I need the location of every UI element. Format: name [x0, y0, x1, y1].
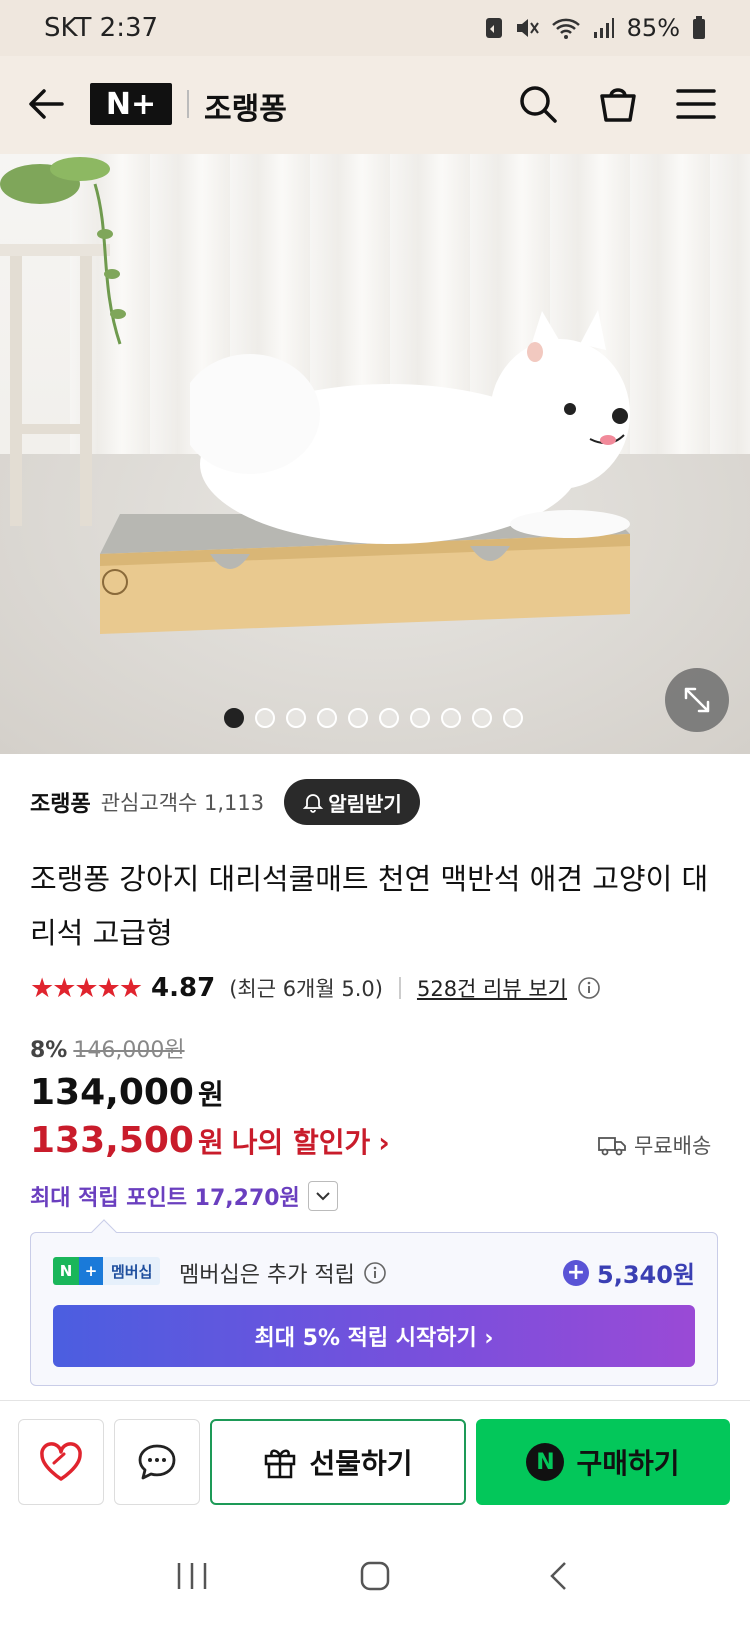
app-header: N+ 조랭퐁 [0, 56, 750, 154]
membership-badge: N + 멤버십 [53, 1257, 161, 1285]
search-icon[interactable] [518, 84, 558, 124]
notify-button[interactable]: 알림받기 [284, 779, 420, 825]
badge-n: N [53, 1257, 79, 1285]
rating-row: ★★★★★ 4.87 (최근 6개월 5.0) 528건 리뷰 보기 [30, 970, 601, 1006]
header-store-name[interactable]: 조랭퐁 [204, 84, 287, 128]
back-arrow-icon[interactable] [26, 84, 66, 124]
logo-text: N+ [105, 86, 157, 122]
product-image-gallery[interactable] [0, 154, 750, 754]
plant-image [0, 157, 126, 345]
product-title: 조랭퐁 강아지 대리석쿨매트 천연 맥반석 애견 고양이 대리석 고급형 [30, 862, 709, 950]
buy-button[interactable]: N 구매하기 [476, 1419, 730, 1505]
home-button[interactable] [345, 1546, 405, 1606]
bell-plus-icon [303, 794, 324, 813]
gallery-dot[interactable] [348, 708, 368, 728]
points-expand-button[interactable] [307, 1181, 338, 1211]
naver-plus-logo[interactable]: N+ [90, 83, 172, 125]
price-row: 134,000 원 [30, 1072, 224, 1113]
gallery-dot[interactable] [317, 708, 337, 728]
discount-rate: 8% [30, 1038, 68, 1063]
my-price-label: 나의 할인가 [231, 1126, 371, 1159]
my-price-unit: 원 [197, 1126, 224, 1159]
home-icon [360, 1561, 390, 1590]
chevron-down-icon [316, 1192, 330, 1201]
sync-icon [485, 18, 502, 38]
store-fans-count: 관심고객수 1,113 [100, 791, 265, 815]
gift-button[interactable]: 선물하기 [210, 1419, 466, 1505]
gift-icon [265, 1449, 296, 1479]
gallery-dot[interactable] [379, 708, 399, 728]
status-time: SKT 2:37 [44, 13, 159, 43]
chat-button[interactable] [114, 1419, 200, 1505]
mute-icon [516, 19, 539, 37]
discount-row: 8% 146,000원 [30, 1032, 185, 1064]
bottom-action-bar: 선물하기 N 구매하기 [0, 1400, 750, 1526]
shopping-bag-icon[interactable] [597, 82, 639, 124]
gallery-dot[interactable] [441, 708, 461, 728]
gallery-dot[interactable] [472, 708, 492, 728]
gallery-dot[interactable] [410, 708, 430, 728]
membership-points-value: 5,340원 [597, 1261, 695, 1289]
rating-stars: ★★★★★ [30, 972, 143, 1004]
my-discount-price-link[interactable]: 133,500 원 나의 할인가 › [30, 1120, 390, 1161]
rating-score: 4.87 [151, 973, 216, 1003]
membership-text-row: 멤버십은 추가 적립 [179, 1257, 387, 1289]
gallery-dot[interactable] [503, 708, 523, 728]
hamburger-menu-icon[interactable] [676, 88, 716, 120]
header-divider [187, 90, 189, 118]
sale-price-unit: 원 [197, 1078, 224, 1111]
white-dog-image [190, 310, 630, 544]
membership-points: + 5,340원 [563, 1255, 695, 1290]
badge-label: 멤버십 [103, 1257, 161, 1285]
status-bar: SKT 2:37 85% [0, 0, 750, 56]
chevron-left-icon [550, 1561, 567, 1590]
sale-price: 134,000 [30, 1072, 194, 1113]
membership-box: N + 멤버십 멤버십은 추가 적립 + 5,340원 최대 5% 적립 시작하… [30, 1219, 718, 1386]
gallery-dot[interactable] [224, 708, 244, 728]
gallery-pagination [224, 708, 523, 728]
start-membership-button[interactable]: 최대 5% 적립 시작하기 › [53, 1305, 695, 1367]
my-price: 133,500 [30, 1120, 194, 1161]
membership-box-notch [91, 1219, 117, 1245]
max-points: 최대 적립 포인트 17,270원 [30, 1186, 300, 1211]
recent-rating: (최근 6개월 5.0) [229, 977, 383, 1001]
info-icon[interactable] [363, 1261, 387, 1285]
naver-pay-icon: N [526, 1443, 565, 1481]
membership-text: 멤버십은 추가 적립 [179, 1263, 355, 1288]
system-back-button[interactable] [528, 1546, 588, 1606]
system-navigation-bar [0, 1526, 750, 1625]
expand-image-button[interactable] [665, 668, 729, 732]
battery-percent: 85% [626, 14, 680, 42]
signal-icon [593, 18, 614, 38]
gallery-dot[interactable] [286, 708, 306, 728]
plus-circle-icon: + [563, 1259, 589, 1286]
chevron-right-icon: › [378, 1126, 390, 1159]
heart-icon [40, 1442, 82, 1481]
gift-label: 선물하기 [309, 1447, 413, 1480]
status-icons: 85% [485, 14, 706, 42]
expand-icon [684, 687, 710, 713]
battery-icon [693, 16, 705, 39]
wifi-icon [551, 18, 580, 39]
wishlist-button[interactable] [18, 1419, 104, 1505]
store-name[interactable]: 조랭퐁 [30, 786, 91, 818]
recent-apps-icon [177, 1562, 206, 1589]
shipping-info: 무료배송 [598, 1130, 711, 1160]
truck-icon [598, 1137, 626, 1156]
notify-label: 알림받기 [328, 791, 402, 816]
review-link[interactable]: 528건 리뷰 보기 [417, 973, 567, 1003]
buy-label: 구매하기 [576, 1447, 680, 1480]
info-icon[interactable] [577, 976, 601, 1000]
rating-separator [398, 977, 401, 999]
recent-apps-button[interactable] [162, 1546, 222, 1606]
badge-plus: + [79, 1257, 103, 1285]
original-price: 146,000원 [73, 1038, 185, 1063]
store-info-row: 조랭퐁 관심고객수 1,113 [30, 778, 264, 826]
chat-bubble-icon [138, 1444, 176, 1480]
gallery-dot[interactable] [255, 708, 275, 728]
shipping-label: 무료배송 [634, 1134, 712, 1158]
points-row: 최대 적립 포인트 17,270원 [30, 1180, 338, 1212]
